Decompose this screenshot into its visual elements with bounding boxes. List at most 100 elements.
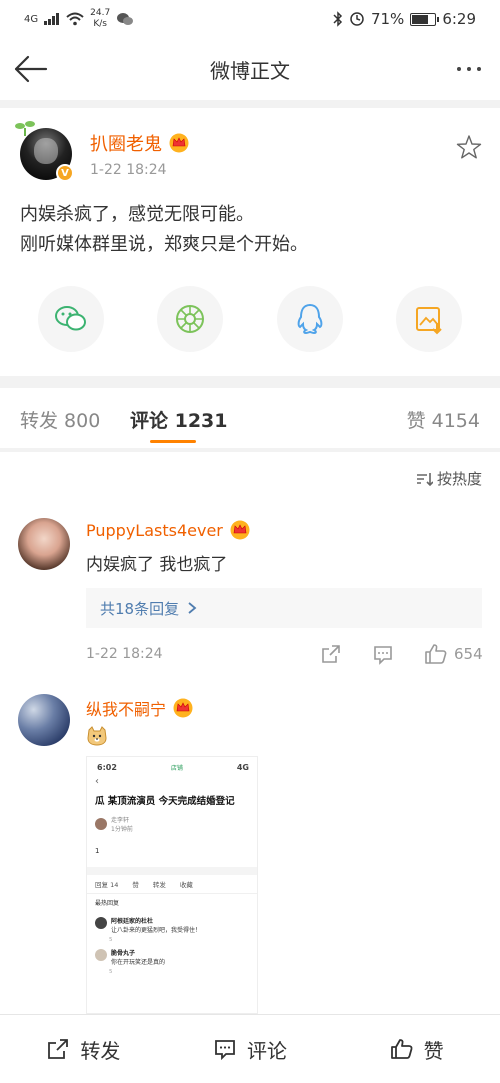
embed-signal: 4G <box>236 763 249 772</box>
battery-percent: 71% <box>370 10 405 28</box>
commenter-name[interactable]: PuppyLasts4ever <box>86 520 251 540</box>
repost-button[interactable]: 转发 <box>0 1035 167 1064</box>
commenter-username[interactable]: 纵我不嗣宁 <box>86 696 166 720</box>
embed-tabs: 回复 14 赞 转发 收藏 <box>87 875 257 894</box>
speed-value: 24.7 <box>90 8 111 18</box>
chevron-right-icon <box>188 602 197 614</box>
status-bar-right: 71% 6:29 <box>333 10 476 28</box>
share-moments-button[interactable] <box>157 286 223 352</box>
embed-time: 6:02 <box>97 763 117 772</box>
reply-comment-button[interactable] <box>372 642 394 666</box>
embed-reply: 脆骨丸子 你在开玩笑还是真的 <box>87 943 257 969</box>
poster-username[interactable]: 扒圈老鬼 <box>90 130 162 156</box>
like-count: 654 <box>454 645 483 663</box>
share-qq-button[interactable] <box>277 286 343 352</box>
post-card: V 扒圈老鬼 1-22 18:24 内娱杀疯了，感觉无限可能。 刚听媒体群里说，… <box>0 108 500 376</box>
sort-icon <box>416 472 433 486</box>
embed-sub-header: 最热回复 <box>95 900 120 907</box>
commenter-username[interactable]: PuppyLasts4ever <box>86 521 223 540</box>
top-nav-bar: 微博正文 <box>0 38 500 100</box>
thumbs-up-icon <box>425 644 447 664</box>
thumbs-up-icon <box>390 1039 413 1059</box>
share-wechat-button[interactable] <box>38 286 104 352</box>
star-icon[interactable] <box>456 134 482 160</box>
comment-label[interactable]: 评论 <box>247 1035 287 1064</box>
embed-body: 1 <box>95 847 100 855</box>
comment-image-screenshot[interactable]: 6:02 店铺 4G ‹ 瓜 某顶流演员 今天完成结婚登记 走李轩 1分钟前 1… <box>86 756 258 1014</box>
comment-text: 内娱疯了 我也疯了 <box>86 555 228 575</box>
save-image-icon <box>416 307 442 335</box>
embed-author-name: 走李轩 <box>111 817 130 824</box>
repost-comment-button[interactable] <box>320 642 342 666</box>
embed-reply-name: 脆骨丸子 <box>111 950 136 957</box>
embed-tab: 收藏 <box>179 881 193 889</box>
embed-reply: 阿根廷家的杜杜 让八卦来的更猛烈吧，我受得住！ <box>87 911 257 937</box>
back-arrow-icon[interactable] <box>12 52 48 86</box>
commenter-name[interactable]: 纵我不嗣宁 <box>86 696 194 720</box>
replies-label[interactable]: 共18条回复 <box>100 598 179 619</box>
like-comment-button[interactable]: 654 <box>424 642 483 666</box>
clock: 6:29 <box>442 10 476 28</box>
embed-author-sub: 1分钟前 <box>111 826 133 833</box>
embed-author-avatar <box>95 818 107 830</box>
comment-button[interactable]: 评论 <box>167 1035 334 1064</box>
embed-app-label: 店铺 <box>170 765 183 772</box>
post-body-line: 内娱杀疯了，感觉无限可能。 <box>20 204 254 225</box>
embed-back-icon: ‹ <box>95 776 99 787</box>
status-bar-left: 4G 24.7 K/s <box>24 8 134 30</box>
sort-by-hot-button[interactable]: 按热度 <box>415 468 482 489</box>
crown-icon <box>169 133 189 153</box>
more-options-icon[interactable] <box>452 54 486 84</box>
post-body-line: 刚听媒体群里说，郑爽只是个开始。 <box>20 234 308 255</box>
like-label[interactable]: 赞 <box>424 1035 444 1064</box>
share-row <box>0 286 500 352</box>
verified-badge: V <box>56 164 74 182</box>
network-speed: 24.7 K/s <box>90 8 110 30</box>
view-replies-button[interactable]: 共18条回复 <box>86 588 482 628</box>
qq-icon <box>297 303 323 335</box>
tab-likes[interactable]: 赞 4154 <box>407 406 480 433</box>
post-timestamp: 1-22 18:24 <box>90 162 167 178</box>
sort-label[interactable]: 按热度 <box>437 468 482 489</box>
embed-tab: 转发 <box>152 881 166 889</box>
embed-tab: 赞 <box>132 881 139 889</box>
crown-icon <box>173 698 193 718</box>
wifi-icon <box>66 12 84 26</box>
tab-comments[interactable]: 评论 1231 <box>130 406 228 433</box>
embed-reply-avatar <box>95 917 107 929</box>
repost-label[interactable]: 转发 <box>80 1035 120 1064</box>
comment-icon <box>215 1040 235 1061</box>
embed-reply-text: 你在开玩笑还是真的 <box>111 959 166 966</box>
repost-icon <box>48 1039 69 1059</box>
comment-timestamp: 1-22 18:24 <box>86 646 163 662</box>
post-body: 内娱杀疯了，感觉无限可能。 刚听媒体群里说，郑爽只是个开始。 <box>20 200 308 260</box>
embed-reply-avatar <box>95 949 107 961</box>
embed-title: 瓜 某顶流演员 今天完成结婚登记 <box>95 796 235 807</box>
comments-list: 按热度 PuppyLasts4ever 内娱疯了 我也疯了 共18条回复 1-2… <box>0 452 500 1014</box>
like-button[interactable]: 赞 <box>333 1035 500 1064</box>
embed-status-bar: 6:02 店铺 4G <box>87 757 257 772</box>
speed-unit: K/s <box>93 19 107 29</box>
network-indicator: 4G <box>24 13 39 25</box>
bottom-action-bar: 转发 评论 赞 <box>0 1014 500 1083</box>
embed-reply-name: 阿根廷家的杜杜 <box>111 918 154 925</box>
wechat-icon <box>55 306 86 331</box>
share-arrow-icon <box>322 645 340 663</box>
page-title: 微博正文 <box>210 58 290 83</box>
commenter-avatar[interactable] <box>18 694 70 746</box>
bluetooth-icon <box>333 11 343 27</box>
poster-name[interactable]: 扒圈老鬼 <box>90 130 190 156</box>
embed-reply-text: 让八卦来的更猛烈吧，我受得住！ <box>111 927 202 934</box>
tab-repost[interactable]: 转发 800 <box>20 406 100 433</box>
battery-icon <box>410 12 440 26</box>
post-tabs: 转发 800 评论 1231 赞 4154 <box>0 388 500 448</box>
active-tab-indicator <box>150 440 196 443</box>
moments-icon <box>176 305 204 333</box>
embed-divider <box>87 867 257 875</box>
save-image-button[interactable] <box>396 286 462 352</box>
commenter-avatar[interactable] <box>18 518 70 570</box>
comment-icon <box>374 646 392 665</box>
alarm-icon <box>350 12 364 26</box>
embed-reply-likes: 5 <box>109 969 113 975</box>
doge-emoji-icon <box>87 726 107 746</box>
